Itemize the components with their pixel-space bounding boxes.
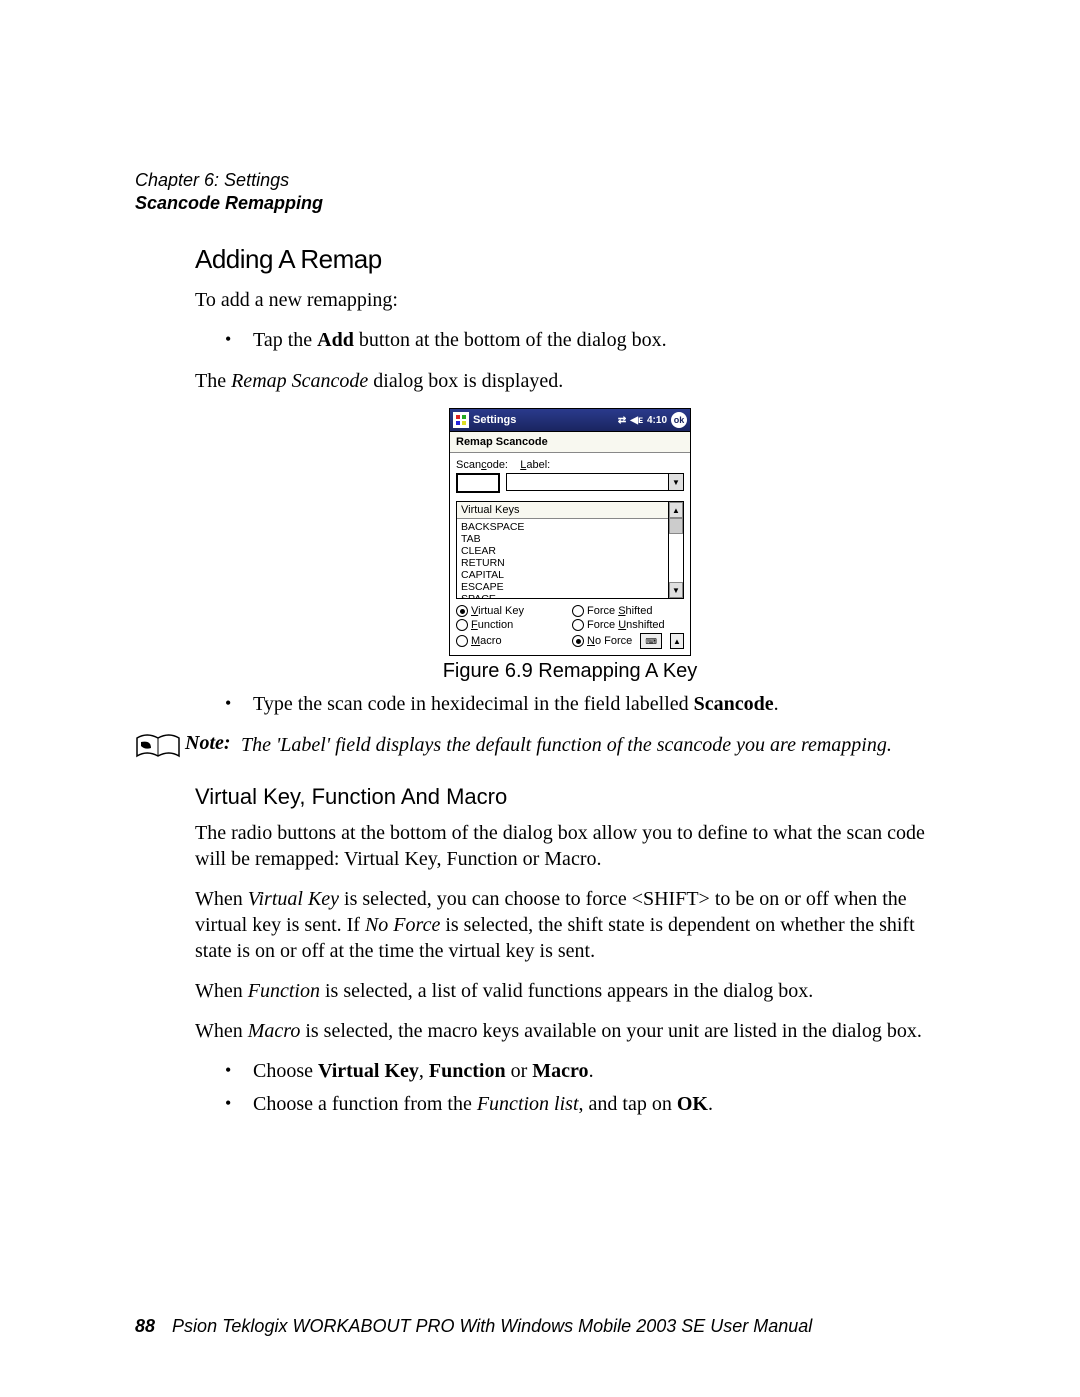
bullet-type-scancode: Type the scan code in hexidecimal in the… xyxy=(253,691,945,718)
dialog-body: Scancode: Label: ▼ Virtual Keys BACKSPAC… xyxy=(450,453,690,655)
note-block: Note: The 'Label' field displays the def… xyxy=(135,732,945,764)
field-labels: Scancode: Label: xyxy=(456,459,684,471)
list-item[interactable]: CLEAR xyxy=(461,545,664,557)
radio-dot-icon xyxy=(456,619,468,631)
p-radio-3: When Function is selected, a list of val… xyxy=(195,978,945,1004)
label-select[interactable]: ▼ xyxy=(506,473,684,491)
bullet-choose-type: Choose Virtual Key, Function or Macro. xyxy=(253,1058,945,1085)
radio-dot-icon xyxy=(456,605,468,617)
intro-text: To add a new remapping: xyxy=(195,287,945,313)
start-icon[interactable] xyxy=(453,412,469,428)
bullet-list-3: Choose Virtual Key, Function or Macro. C… xyxy=(195,1058,945,1118)
page-number: 88 xyxy=(135,1316,155,1336)
note-label: Note: xyxy=(185,732,241,764)
running-header-chapter: Chapter 6: Settings xyxy=(135,170,945,191)
dialog-titlebar: Settings ⇄ ◀ᴇ 4:10 ok xyxy=(450,409,690,432)
radio-group: Virtual Key Force Shifted Function Force… xyxy=(456,605,684,649)
list-item[interactable]: RETURN xyxy=(461,557,664,569)
radio-no-force[interactable]: No Force xyxy=(572,635,632,647)
remap-scancode-dialog: Settings ⇄ ◀ᴇ 4:10 ok Remap Scancode Sca… xyxy=(449,408,691,656)
list-item[interactable]: SPACE xyxy=(461,593,664,598)
virtual-keys-listbox[interactable]: Virtual Keys BACKSPACE TAB CLEAR RETURN … xyxy=(456,501,684,599)
page-footer: 88 Psion Teklogix WORKABOUT PRO With Win… xyxy=(135,1316,812,1337)
keyboard-icon[interactable]: ⌨ xyxy=(640,633,662,649)
bullet-list-1: Tap the Add button at the bottom of the … xyxy=(195,327,945,354)
book-icon xyxy=(135,732,185,764)
radio-force-unshifted[interactable]: Force Unshifted xyxy=(572,619,684,631)
ok-button[interactable]: ok xyxy=(671,412,687,428)
radio-dot-icon xyxy=(456,635,468,647)
radio-virtual-key[interactable]: Virtual Key xyxy=(456,605,568,617)
figure-caption: Figure 6.9 Remapping A Key xyxy=(195,660,945,683)
p-radio-1: The radio buttons at the bottom of the d… xyxy=(195,820,945,872)
scroll-down-icon[interactable]: ▼ xyxy=(669,582,683,598)
p-radio-4: When Macro is selected, the macro keys a… xyxy=(195,1018,945,1044)
listbox-header: Virtual Keys xyxy=(457,502,668,519)
radio-dot-icon xyxy=(572,619,584,631)
heading-vk-fn-macro: Virtual Key, Function And Macro xyxy=(195,784,945,810)
manual-title: Psion Teklogix WORKABOUT PRO With Window… xyxy=(172,1316,812,1336)
radio-dot-icon xyxy=(572,605,584,617)
dialog-subtitle: Remap Scancode xyxy=(450,432,690,453)
speaker-icon[interactable]: ◀ᴇ xyxy=(630,415,643,426)
connectivity-icon[interactable]: ⇄ xyxy=(618,415,626,426)
p-radio-2: When Virtual Key is selected, you can ch… xyxy=(195,886,945,964)
list-item[interactable]: CAPITAL xyxy=(461,569,664,581)
scrollbar[interactable]: ▲ ▼ xyxy=(668,502,683,598)
body-block: Adding A Remap To add a new remapping: T… xyxy=(195,244,945,718)
dialog-displayed-text: The Remap Scancode dialog box is display… xyxy=(195,368,945,394)
bullet-list-2: Type the scan code in hexidecimal in the… xyxy=(195,691,945,718)
clock-text: 4:10 xyxy=(647,415,667,426)
scroll-up-icon[interactable]: ▲ xyxy=(669,502,683,518)
radio-function[interactable]: Function xyxy=(456,619,568,631)
radio-dot-icon xyxy=(572,635,584,647)
manual-page: Chapter 6: Settings Scancode Remapping A… xyxy=(0,0,1080,1397)
list-item[interactable]: TAB xyxy=(461,533,664,545)
list-item[interactable]: ESCAPE xyxy=(461,581,664,593)
status-icons: ⇄ ◀ᴇ 4:10 xyxy=(618,415,667,426)
bullet-add: Tap the Add button at the bottom of the … xyxy=(253,327,945,354)
note-text: The 'Label' field displays the default f… xyxy=(241,732,945,764)
chevron-down-icon[interactable]: ▼ xyxy=(668,474,683,490)
sip-up-icon[interactable]: ▲ xyxy=(670,633,684,649)
titlebar-text: Settings xyxy=(473,414,516,426)
scancode-input[interactable] xyxy=(456,473,500,493)
list-item[interactable]: BACKSPACE xyxy=(461,521,664,533)
scroll-thumb[interactable] xyxy=(669,518,683,582)
bullet-choose-function: Choose a function from the Function list… xyxy=(253,1091,945,1118)
radio-force-shifted[interactable]: Force Shifted xyxy=(572,605,684,617)
heading-adding-remap: Adding A Remap xyxy=(195,244,945,275)
radio-macro[interactable]: Macro xyxy=(456,633,568,649)
running-header-section: Scancode Remapping xyxy=(135,193,945,214)
